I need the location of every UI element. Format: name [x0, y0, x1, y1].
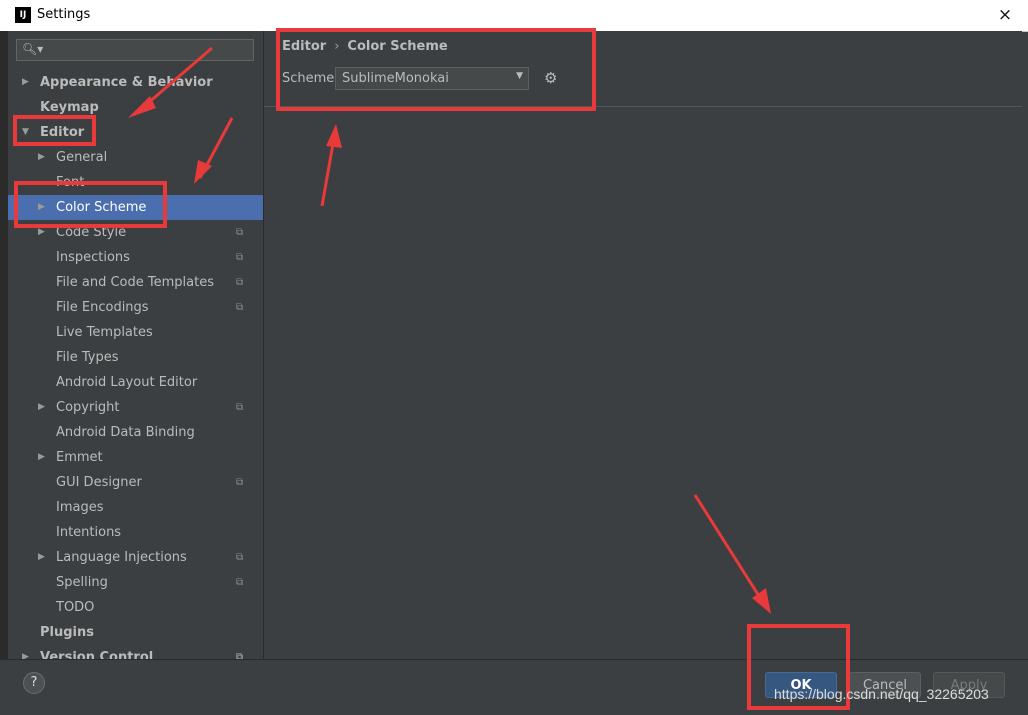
annotation-arrow-3	[320, 137, 336, 207]
annotation-arrows	[128, 46, 771, 614]
annotation-arrow-4	[693, 494, 766, 605]
annotation-arrowhead-3	[326, 124, 342, 148]
watermark-text: https://blog.csdn.net/qq_32265203	[774, 686, 989, 702]
